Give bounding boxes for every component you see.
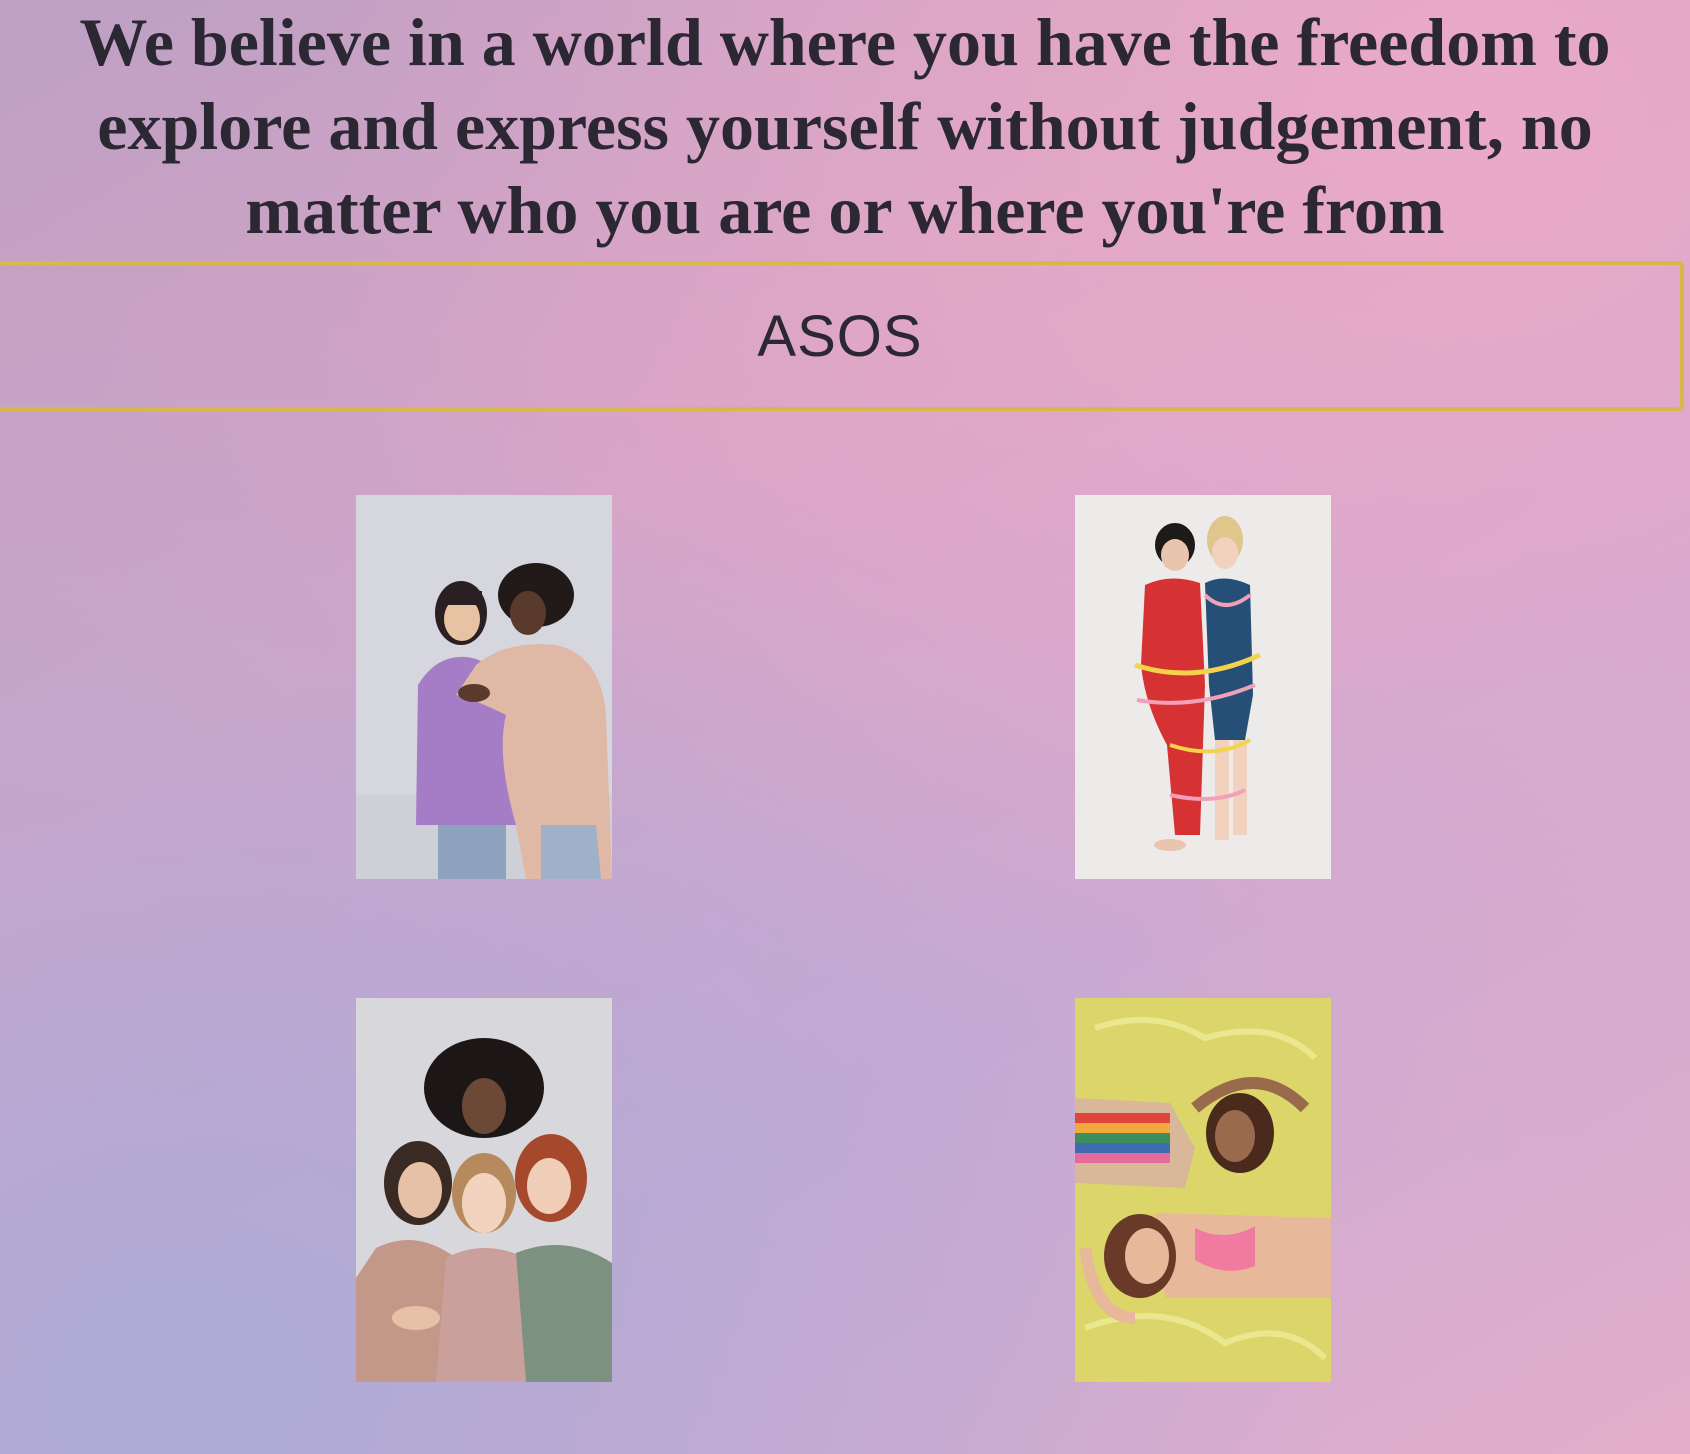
two-women-lying-on-yellow-plastic-photo [1075, 998, 1331, 1382]
photo-two-women-embracing[interactable] [356, 495, 612, 879]
photo-two-women-back-to-back[interactable] [1075, 495, 1331, 879]
four-women-group-portrait-photo [356, 998, 612, 1382]
mission-statement: We believe in a world where you have the… [0, 0, 1690, 250]
photo-two-women-lying[interactable] [1075, 998, 1331, 1382]
photo-four-women-group[interactable] [356, 998, 612, 1382]
brand-banner[interactable]: ASOS [0, 261, 1684, 411]
mission-statement-text: We believe in a world where you have the… [79, 4, 1611, 248]
two-women-embracing-photo [356, 495, 612, 879]
two-women-back-to-back-tied-with-ribbon-photo [1075, 495, 1331, 879]
brand-name: ASOS [757, 303, 923, 369]
